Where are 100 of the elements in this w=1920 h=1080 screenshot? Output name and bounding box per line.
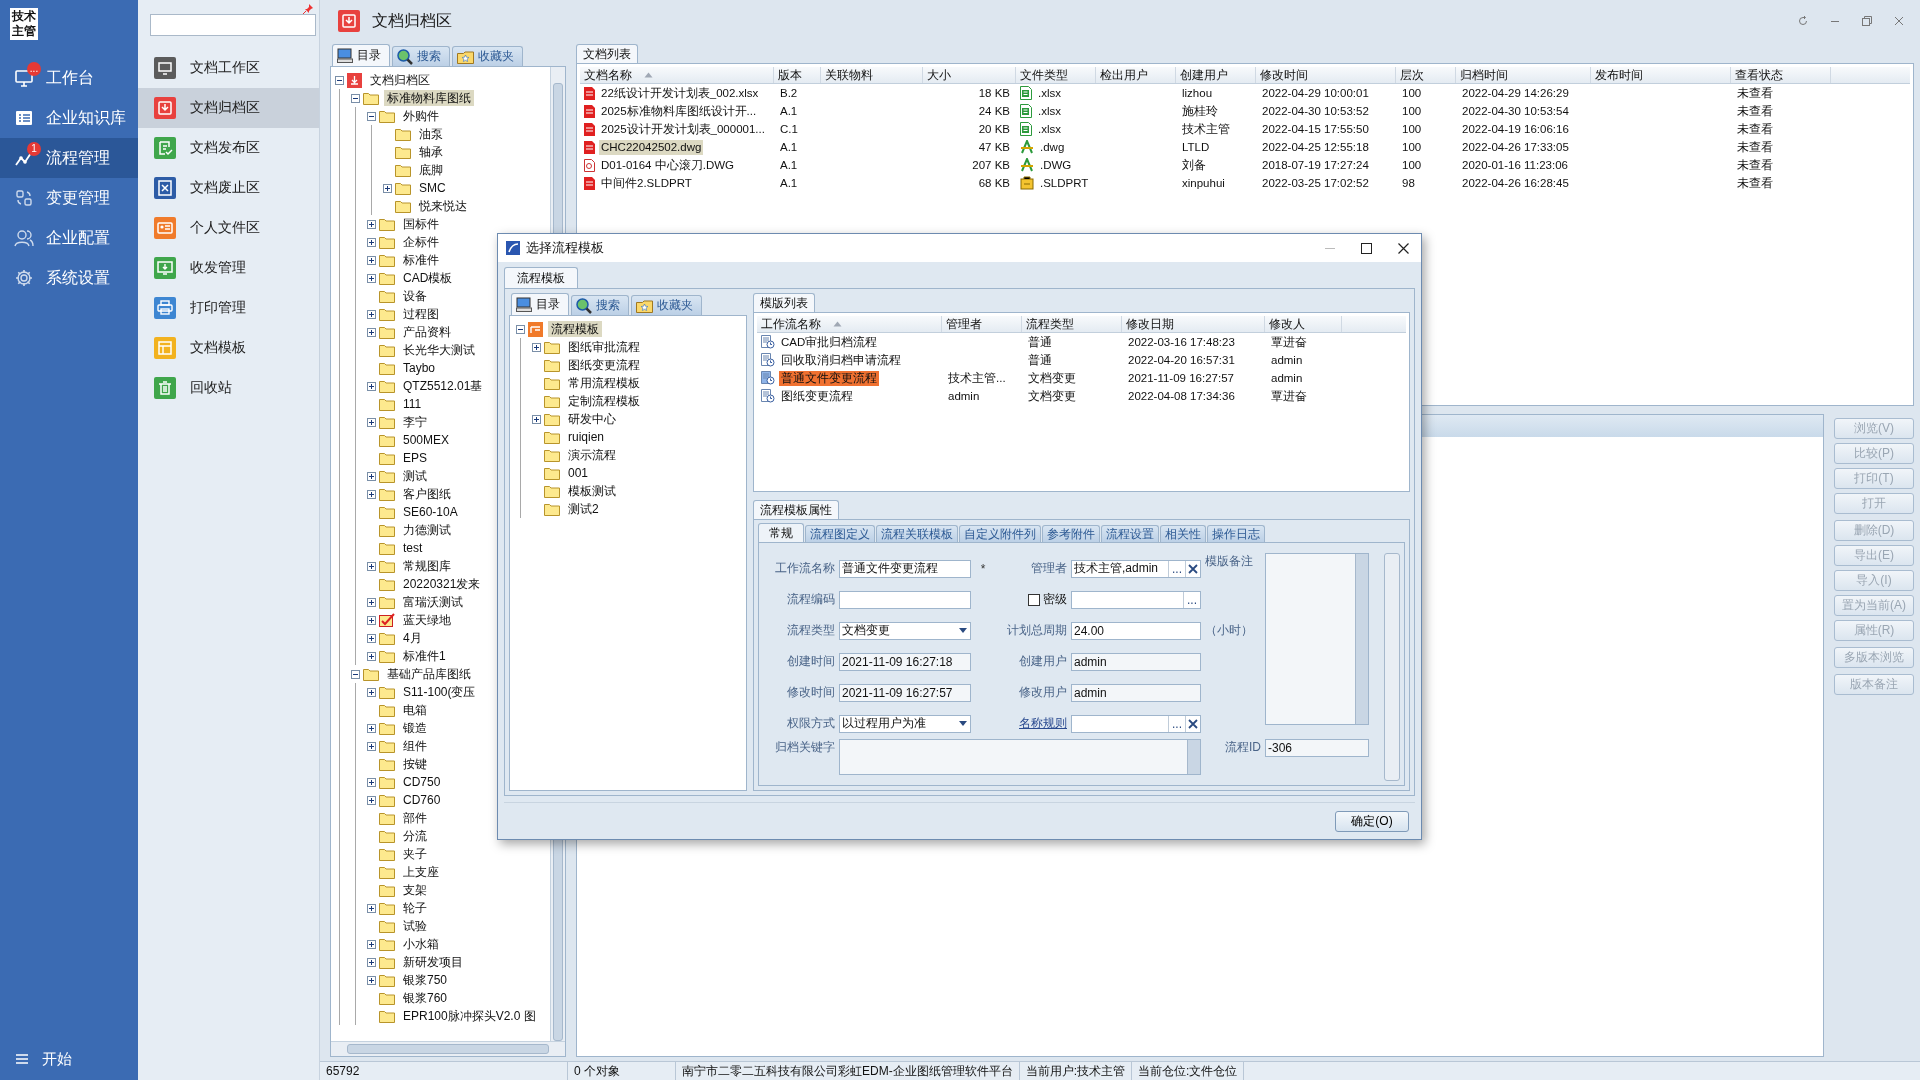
- table-cell[interactable]: 2025标准物料库图纸设计开...: [599, 103, 759, 119]
- input-field[interactable]: 24.00: [1071, 621, 1201, 640]
- tree-item[interactable]: 过程图: [400, 306, 442, 322]
- sidebar-item[interactable]: 文档工作区: [138, 48, 319, 88]
- tree-item[interactable]: 定制流程模板: [565, 393, 643, 409]
- tree-item[interactable]: 电箱: [400, 702, 430, 718]
- tree-item[interactable]: Taybo: [400, 360, 439, 376]
- tab[interactable]: 自定义附件列: [959, 525, 1041, 542]
- restore-icon[interactable]: [1862, 16, 1872, 26]
- collapse-icon[interactable]: [351, 93, 360, 103]
- ok-button[interactable]: 确定(O): [1335, 810, 1409, 832]
- tab[interactable]: 相关性: [1160, 525, 1206, 542]
- tree-item[interactable]: CD750: [400, 774, 444, 790]
- tree-item[interactable]: EPS: [400, 450, 430, 466]
- dropdown[interactable]: 以过程用户为准: [839, 714, 971, 733]
- input-field[interactable]: 2021-11-09 16:27:57: [839, 683, 971, 702]
- expand-icon[interactable]: [367, 939, 376, 949]
- tree-item[interactable]: EPR100脉冲探头V2.0 图: [400, 1008, 539, 1024]
- nav-item[interactable]: 企业知识库: [0, 98, 138, 138]
- tab[interactable]: 流程关联模板: [876, 525, 958, 542]
- expand-icon[interactable]: [367, 471, 376, 481]
- collapse-icon[interactable]: [516, 324, 525, 334]
- tree-item[interactable]: 基础产品库图纸: [384, 666, 474, 682]
- tab[interactable]: 流程图定义: [805, 525, 875, 542]
- tab[interactable]: 流程模板属性: [753, 500, 839, 519]
- tree-item[interactable]: 悦来悦达: [416, 198, 470, 214]
- tree-item[interactable]: 标准件1: [400, 648, 449, 664]
- tree-item[interactable]: 支架: [400, 882, 430, 898]
- picker-field[interactable]: ...: [1071, 714, 1201, 733]
- refresh-icon[interactable]: [1798, 16, 1808, 26]
- sidebar-item[interactable]: 回收站: [138, 368, 319, 408]
- tree-item[interactable]: 测试: [400, 468, 430, 484]
- tree-item[interactable]: S11-100(变压: [400, 684, 479, 700]
- dropdown[interactable]: 文档变更: [839, 621, 971, 640]
- tree-item[interactable]: 国标件: [400, 216, 442, 232]
- tree-item[interactable]: 银浆750: [400, 972, 451, 988]
- input-field[interactable]: 2021-11-09 16:27:18: [839, 652, 971, 671]
- expand-icon[interactable]: [367, 597, 376, 607]
- tree-item[interactable]: QTZ5512.01基: [400, 378, 486, 394]
- tab[interactable]: 目录: [332, 44, 390, 66]
- expand-icon[interactable]: [367, 273, 376, 283]
- column-header[interactable]: 文档名称: [580, 67, 774, 83]
- tree-item[interactable]: 轴承: [416, 144, 446, 160]
- column-header[interactable]: 检出用户: [1096, 67, 1176, 83]
- browse-button[interactable]: ...: [1183, 591, 1200, 608]
- expand-icon[interactable]: [367, 903, 376, 913]
- tree-item[interactable]: 新研发项目: [400, 954, 466, 970]
- sidebar-item[interactable]: 文档归档区: [138, 88, 319, 128]
- picker-field[interactable]: 技术主管,admin ...: [1071, 559, 1201, 578]
- expand-icon[interactable]: [532, 414, 541, 424]
- tree-item[interactable]: CAD模板: [400, 270, 456, 286]
- column-header[interactable]: 大小: [923, 67, 1016, 83]
- tree-item[interactable]: CD760: [400, 792, 444, 808]
- column-header[interactable]: 工作流名称: [757, 316, 942, 332]
- expand-icon[interactable]: [367, 309, 376, 319]
- tree-item[interactable]: 图纸审批流程: [565, 339, 643, 355]
- expand-icon[interactable]: [367, 723, 376, 733]
- tree-item[interactable]: 外购件: [400, 108, 442, 124]
- collapse-icon[interactable]: [367, 111, 376, 121]
- close-icon[interactable]: [1398, 242, 1409, 254]
- tab[interactable]: 收藏夹: [452, 46, 523, 66]
- table-cell[interactable]: CAD审批归档流程: [779, 334, 880, 350]
- pin-icon[interactable]: [303, 4, 313, 14]
- tab[interactable]: 流程设置: [1101, 525, 1159, 542]
- sidebar-item[interactable]: 文档废止区: [138, 168, 319, 208]
- tree-item[interactable]: 按键: [400, 756, 430, 772]
- tree-item[interactable]: 夹子: [400, 846, 430, 862]
- table-cell[interactable]: 中间件2.SLDPRT: [599, 175, 694, 191]
- nav-item[interactable]: ... 工作台: [0, 58, 138, 98]
- picker-field[interactable]: ...: [1071, 590, 1201, 609]
- collapse-icon[interactable]: [335, 75, 344, 85]
- clear-icon[interactable]: [1185, 715, 1200, 732]
- tree-item[interactable]: 油泵: [416, 126, 446, 142]
- tab[interactable]: 模版列表: [753, 293, 815, 312]
- column-header[interactable]: 修改日期: [1122, 316, 1265, 332]
- input-field[interactable]: [839, 590, 971, 609]
- tree-item[interactable]: 产品资料: [400, 324, 454, 340]
- table-cell[interactable]: 2025设计开发计划表_000001...: [599, 121, 767, 137]
- tree-item[interactable]: 试验: [400, 918, 430, 934]
- horizontal-scrollbar[interactable]: [331, 1041, 565, 1056]
- input-field[interactable]: admin: [1071, 683, 1201, 702]
- column-header[interactable]: 修改人: [1265, 316, 1342, 332]
- expand-icon[interactable]: [367, 489, 376, 499]
- tree-item[interactable]: 轮子: [400, 900, 430, 916]
- column-header[interactable]: 管理者: [942, 316, 1022, 332]
- browse-button[interactable]: ...: [1168, 715, 1185, 732]
- tree-item[interactable]: 小水箱: [400, 936, 442, 952]
- checkbox[interactable]: [1028, 593, 1040, 606]
- tree-item[interactable]: 上支座: [400, 864, 442, 880]
- maximize-icon[interactable]: [1361, 242, 1372, 254]
- tree-item[interactable]: 蓝天绿地: [400, 612, 454, 628]
- tree-item[interactable]: 设备: [400, 288, 430, 304]
- tree-item[interactable]: 锻造: [400, 720, 430, 736]
- expand-icon[interactable]: [367, 957, 376, 967]
- expand-icon[interactable]: [383, 183, 392, 193]
- expand-icon[interactable]: [367, 417, 376, 427]
- tree-item[interactable]: 111: [400, 396, 425, 412]
- tree-item[interactable]: 研发中心: [565, 411, 619, 427]
- browse-button[interactable]: ...: [1168, 560, 1185, 577]
- tree-item[interactable]: 分流: [400, 828, 430, 844]
